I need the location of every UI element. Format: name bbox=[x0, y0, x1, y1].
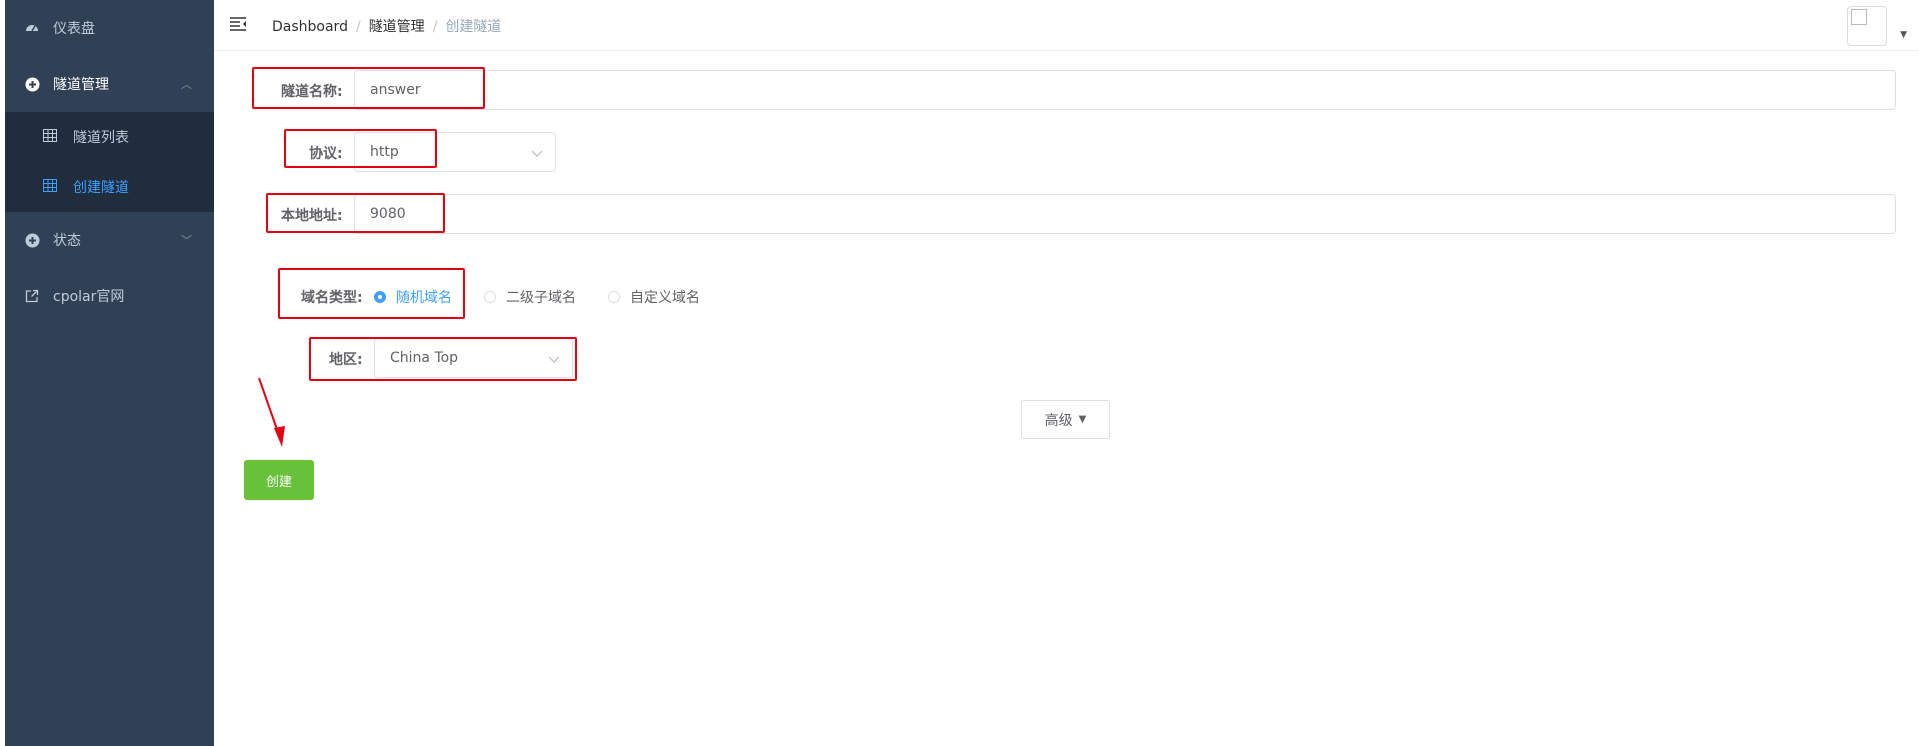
radio-random-domain[interactable]: 随机域名 bbox=[374, 287, 452, 307]
radio-label: 随机域名 bbox=[396, 290, 452, 306]
sidebar-item-create-tunnel[interactable]: 创建隧道 bbox=[5, 162, 214, 212]
navbar: Dashboard / 隧道管理 / 创建隧道 ▼ bbox=[214, 0, 1919, 51]
sidebar-item-label: 仪表盘 bbox=[53, 21, 95, 37]
sidebar-item-status[interactable]: 状态 ﹀ bbox=[5, 212, 214, 268]
sidebar-item-label: 创建隧道 bbox=[73, 180, 129, 196]
sidebar-item-label: 隧道列表 bbox=[73, 130, 129, 146]
radio-label: 自定义域名 bbox=[630, 290, 700, 306]
advanced-label: 高级 bbox=[1044, 412, 1073, 429]
caret-down-icon[interactable]: ▼ bbox=[1900, 30, 1907, 40]
sidebar-item-tunnel-management[interactable]: 隧道管理 ︿ bbox=[5, 56, 214, 112]
sidebar-item-dashboard[interactable]: 仪表盘 bbox=[5, 0, 214, 56]
tunnel-name-value: answer bbox=[370, 82, 421, 98]
protocol-select[interactable]: http bbox=[354, 132, 556, 172]
breadcrumb-tunnel-management[interactable]: 隧道管理 bbox=[369, 19, 425, 35]
chevron-down-icon bbox=[548, 352, 560, 368]
radio-dot bbox=[374, 291, 386, 303]
plus-circle-icon bbox=[24, 232, 40, 248]
region-label: 地区: bbox=[329, 352, 363, 368]
protocol-value: http bbox=[370, 144, 399, 160]
sidebar: 仪表盘 隧道管理 ︿ 隧道列表 创建隧道 状态 ﹀ cpolar官网 bbox=[5, 0, 214, 746]
tunnel-name-label: 隧道名称: bbox=[281, 84, 343, 100]
breadcrumb-dashboard[interactable]: Dashboard bbox=[272, 19, 348, 35]
domain-type-label: 域名类型: bbox=[301, 290, 363, 306]
local-address-label: 本地地址: bbox=[281, 208, 343, 224]
advanced-dropdown-button[interactable]: 高级 ▼ bbox=[1021, 400, 1110, 439]
create-label: 创建 bbox=[265, 474, 292, 490]
local-address-input[interactable]: 9080 bbox=[354, 194, 1896, 234]
broken-image-icon bbox=[1851, 9, 1867, 25]
radio-custom-domain[interactable]: 自定义域名 bbox=[608, 287, 700, 307]
chevron-up-icon: ︿ bbox=[181, 78, 192, 91]
avatar[interactable] bbox=[1847, 6, 1887, 46]
breadcrumb-separator: / bbox=[432, 19, 438, 35]
sidebar-item-cpolar-site[interactable]: cpolar官网 bbox=[5, 268, 214, 324]
create-button[interactable]: 创建 bbox=[244, 460, 314, 500]
sidebar-item-tunnel-list[interactable]: 隧道列表 bbox=[5, 112, 214, 162]
radio-dot bbox=[484, 291, 496, 303]
hamburger-icon[interactable] bbox=[230, 16, 246, 35]
caret-down-icon: ▼ bbox=[1078, 414, 1087, 425]
breadcrumb: Dashboard / 隧道管理 / 创建隧道 bbox=[272, 16, 501, 36]
protocol-label: 协议: bbox=[309, 146, 343, 162]
radio-subdomain[interactable]: 二级子域名 bbox=[484, 287, 576, 307]
radio-label: 二级子域名 bbox=[506, 290, 576, 306]
sidebar-item-label: cpolar官网 bbox=[53, 289, 125, 305]
dashboard-icon bbox=[24, 20, 40, 36]
annotation-arrow-icon bbox=[258, 377, 285, 447]
table-icon bbox=[43, 178, 57, 196]
plus-circle-icon bbox=[24, 76, 40, 92]
region-value: China Top bbox=[390, 350, 459, 366]
region-select[interactable]: China Top bbox=[374, 338, 573, 378]
sidebar-item-label: 隧道管理 bbox=[53, 77, 109, 93]
chevron-down-icon: ﹀ bbox=[181, 234, 192, 247]
table-icon bbox=[43, 128, 57, 146]
breadcrumb-separator: / bbox=[355, 19, 361, 35]
radio-dot bbox=[608, 291, 620, 303]
breadcrumb-current: 创建隧道 bbox=[445, 19, 502, 35]
tunnel-name-input[interactable]: answer bbox=[354, 70, 1896, 110]
sidebar-item-label: 状态 bbox=[53, 233, 81, 249]
local-address-value: 9080 bbox=[370, 206, 406, 222]
chevron-down-icon bbox=[531, 146, 543, 162]
external-link-icon bbox=[24, 288, 40, 304]
